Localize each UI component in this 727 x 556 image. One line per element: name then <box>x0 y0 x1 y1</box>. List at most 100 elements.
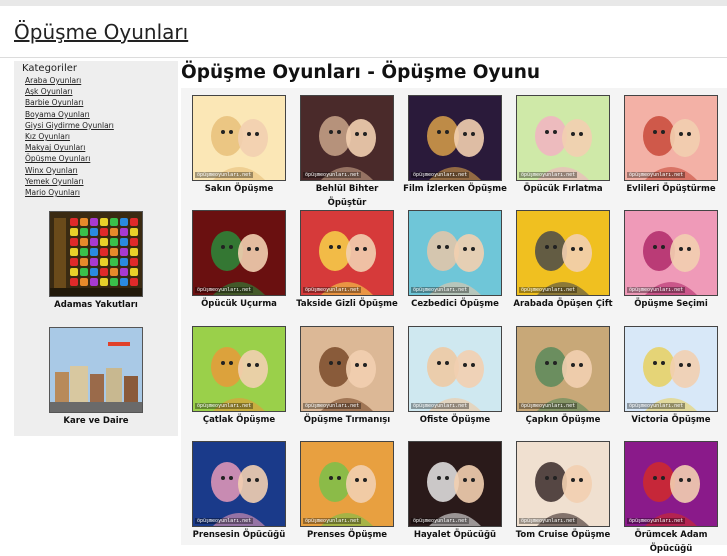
thumbnail-watermark: öpüşmeoyunları.net <box>627 518 686 524</box>
game-tile[interactable]: öpüşmeoyunları.net Öpüşme Tırmanışı <box>295 326 399 427</box>
category-link[interactable]: Aşk Oyunları <box>25 86 114 97</box>
game-thumbnail[interactable]: öpüşmeoyunları.net <box>516 441 610 527</box>
game-thumbnail[interactable]: öpüşmeoyunları.net <box>408 95 502 181</box>
game-tile[interactable]: öpüşmeoyunları.net Takside Gizli Öpüşme <box>295 210 399 311</box>
category-link[interactable]: Yemek Oyunları <box>25 176 114 187</box>
game-thumbnail[interactable]: öpüşmeoyunları.net <box>192 95 286 181</box>
game-tile[interactable]: öpüşmeoyunları.net Prensesin Öpücüğü <box>187 441 291 542</box>
game-tile[interactable]: öpüşmeoyunları.net Örümcek Adam Öpücüğü <box>619 441 723 556</box>
game-tile[interactable]: öpüşmeoyunları.net Cezbedici Öpüşme <box>403 210 507 311</box>
game-tile[interactable]: öpüşmeoyunları.net Evlileri Öpüştürme <box>619 95 723 196</box>
game-label[interactable]: Ofiste Öpüşme <box>403 413 507 427</box>
header-divider <box>0 57 727 58</box>
game-label[interactable]: Öpücük Fırlatma <box>511 182 615 196</box>
game-thumbnail[interactable]: öpüşmeoyunları.net <box>408 441 502 527</box>
featured-game-adamas[interactable]: Adamas Yakutları <box>36 211 156 310</box>
game-tile[interactable]: öpüşmeoyunları.net Öpüşme Seçimi <box>619 210 723 311</box>
game-label[interactable]: Prensesin Öpücüğü <box>187 528 291 542</box>
game-thumbnail[interactable]: öpüşmeoyunları.net <box>192 210 286 296</box>
game-tile[interactable]: öpüşmeoyunları.net Hayalet Öpücüğü <box>403 441 507 542</box>
game-label[interactable]: Sakın Öpüşme <box>187 182 291 196</box>
category-link[interactable]: Makyaj Oyunları <box>25 142 114 153</box>
game-tile[interactable]: öpüşmeoyunları.net Victoria Öpüşme <box>619 326 723 427</box>
game-thumbnail[interactable]: öpüşmeoyunları.net <box>300 326 394 412</box>
thumbnail-watermark: öpüşmeoyunları.net <box>303 518 362 524</box>
site-title-link[interactable]: Öpüşme Oyunları <box>14 20 188 44</box>
category-link[interactable]: Öpüşme Oyunları <box>25 153 114 164</box>
game-tile[interactable]: öpüşmeoyunları.net Prenses Öpüşme <box>295 441 399 542</box>
game-label[interactable]: Hayalet Öpücüğü <box>403 528 507 542</box>
game-label[interactable]: Adamas Yakutları <box>36 300 156 310</box>
sidebar: Kategoriler Araba Oyunları Aşk Oyunları Ba… <box>14 61 178 436</box>
game-label[interactable]: Kare ve Daire <box>36 416 156 426</box>
thumbnail-watermark: öpüşmeoyunları.net <box>519 172 578 178</box>
game-thumbnail[interactable]: öpüşmeoyunları.net <box>192 441 286 527</box>
game-thumbnail[interactable]: öpüşmeoyunları.net <box>408 210 502 296</box>
thumbnail-watermark: öpüşmeoyunları.net <box>519 403 578 409</box>
game-tile[interactable]: öpüşmeoyunları.net Ofiste Öpüşme <box>403 326 507 427</box>
category-link[interactable]: Mario Oyunları <box>25 187 114 198</box>
game-thumbnail[interactable]: öpüşmeoyunları.net <box>192 326 286 412</box>
thumbnail-watermark: öpüşmeoyunları.net <box>195 287 254 293</box>
game-thumbnail[interactable]: öpüşmeoyunları.net <box>624 441 718 527</box>
game-label[interactable]: Çatlak Öpüşme <box>187 413 291 427</box>
game-thumbnail[interactable]: öpüşmeoyunları.net <box>624 326 718 412</box>
game-thumbnail[interactable]: öpüşmeoyunları.net <box>408 326 502 412</box>
game-tile[interactable]: öpüşmeoyunları.net Öpücük Fırlatma <box>511 95 615 196</box>
game-tile[interactable]: öpüşmeoyunları.net Çapkın Öpüşme <box>511 326 615 427</box>
category-link[interactable]: Araba Oyunları <box>25 75 114 86</box>
game-thumbnail[interactable]: öpüşmeoyunları.net <box>624 210 718 296</box>
game-label[interactable]: Victoria Öpüşme <box>619 413 723 427</box>
game-label[interactable]: Arabada Öpüşen Çift <box>511 297 615 311</box>
game-tile[interactable]: öpüşmeoyunları.net Çatlak Öpüşme <box>187 326 291 427</box>
thumbnail-watermark: öpüşmeoyunları.net <box>519 518 578 524</box>
game-label[interactable]: Çapkın Öpüşme <box>511 413 615 427</box>
game-thumbnail[interactable]: öpüşmeoyunları.net <box>516 210 610 296</box>
game-thumbnail[interactable]: öpüşmeoyunları.net <box>516 95 610 181</box>
thumbnail-watermark: öpüşmeoyunları.net <box>195 172 254 178</box>
game-thumbnail[interactable]: öpüşmeoyunları.net <box>300 441 394 527</box>
game-label[interactable]: Öpüşme Seçimi <box>619 297 723 311</box>
thumbnail-watermark: öpüşmeoyunları.net <box>303 172 362 178</box>
game-thumbnail[interactable]: öpüşmeoyunları.net <box>516 326 610 412</box>
thumbnail-watermark: öpüşmeoyunları.net <box>627 172 686 178</box>
thumbnail-watermark: öpüşmeoyunları.net <box>519 287 578 293</box>
thumbnail-watermark: öpüşmeoyunları.net <box>195 518 254 524</box>
category-link[interactable]: Giysi Giydirme Oyunları <box>25 120 114 131</box>
thumbnail-watermark: öpüşmeoyunları.net <box>303 287 362 293</box>
thumbnail-watermark: öpüşmeoyunları.net <box>411 172 470 178</box>
category-link[interactable]: Winx Oyunları <box>25 165 114 176</box>
game-label[interactable]: Öpücük Uçurma <box>187 297 291 311</box>
game-thumbnail[interactable] <box>49 327 143 413</box>
featured-game-kare-ve-daire[interactable]: Kare ve Daire <box>36 327 156 426</box>
category-link[interactable]: Kız Oyunları <box>25 131 114 142</box>
game-label[interactable]: Behlül Bihter Öpüştür <box>295 182 399 210</box>
game-label[interactable]: Tom Cruise Öpüşme <box>511 528 615 542</box>
thumbnail-watermark: öpüşmeoyunları.net <box>303 403 362 409</box>
game-tile[interactable]: öpüşmeoyunları.net Behlül Bihter Öpüştür <box>295 95 399 210</box>
game-label[interactable]: Takside Gizli Öpüşme <box>295 297 399 311</box>
game-label[interactable]: Örümcek Adam Öpücüğü <box>619 528 723 556</box>
games-grid: öpüşmeoyunları.net Sakın Öpüşme öpüşmeoy… <box>181 88 727 554</box>
game-tile[interactable]: öpüşmeoyunları.net Tom Cruise Öpüşme <box>511 441 615 542</box>
category-link[interactable]: Barbie Oyunları <box>25 97 114 108</box>
game-label[interactable]: Film İzlerken Öpüşme <box>403 182 507 196</box>
game-tile[interactable]: öpüşmeoyunları.net Öpücük Uçurma <box>187 210 291 311</box>
game-label[interactable]: Prenses Öpüşme <box>295 528 399 542</box>
game-label[interactable]: Evlileri Öpüştürme <box>619 182 723 196</box>
game-label[interactable]: Cezbedici Öpüşme <box>403 297 507 311</box>
page-heading: Öpüşme Oyunları - Öpüşme Oyunu <box>181 62 541 83</box>
game-tile[interactable]: öpüşmeoyunları.net Arabada Öpüşen Çift <box>511 210 615 311</box>
game-thumbnail[interactable]: öpüşmeoyunları.net <box>300 95 394 181</box>
game-tile[interactable]: öpüşmeoyunları.net Film İzlerken Öpüşme <box>403 95 507 196</box>
game-label[interactable]: Öpüşme Tırmanışı <box>295 413 399 427</box>
game-thumbnail[interactable]: öpüşmeoyunları.net <box>624 95 718 181</box>
game-thumbnail[interactable]: öpüşmeoyunları.net <box>300 210 394 296</box>
thumbnail-watermark: öpüşmeoyunları.net <box>411 518 470 524</box>
category-link[interactable]: Boyama Oyunları <box>25 109 114 120</box>
game-thumbnail[interactable] <box>49 211 143 297</box>
game-tile[interactable]: öpüşmeoyunları.net Sakın Öpüşme <box>187 95 291 196</box>
thumbnail-watermark: öpüşmeoyunları.net <box>627 403 686 409</box>
category-list: Araba Oyunları Aşk Oyunları Barbie Oyunlar… <box>25 75 114 198</box>
top-bar <box>0 0 727 6</box>
